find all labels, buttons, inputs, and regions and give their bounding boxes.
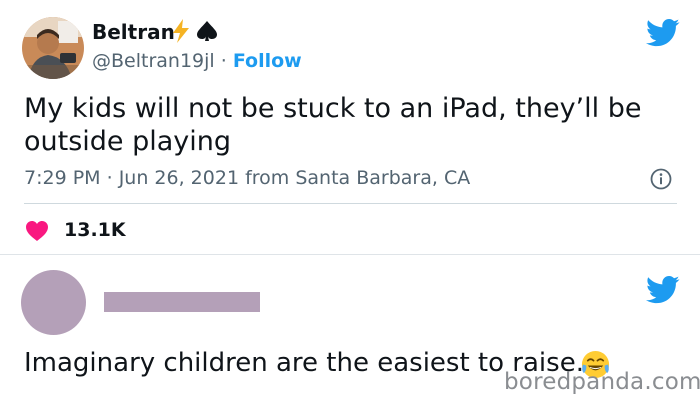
reply-text: Imaginary children are the easiest to ra… — [24, 348, 584, 378]
divider — [24, 203, 677, 204]
reply-avatar-redacted — [21, 270, 86, 335]
author-name[interactable]: Beltran — [92, 20, 175, 44]
follow-button[interactable]: Follow — [233, 50, 302, 72]
handle-separator: · — [220, 50, 227, 72]
author-handle[interactable]: @Beltran19jl — [92, 50, 215, 72]
twitter-bird-icon[interactable] — [646, 18, 680, 48]
tweet-card: Beltran @Beltran19jl · Follow My kids wi… — [0, 0, 700, 255]
twitter-bird-icon[interactable] — [646, 275, 680, 305]
spade-icon — [197, 21, 217, 41]
heart-icon[interactable] — [25, 220, 49, 242]
tweet-date[interactable]: Jun 26, 2021 — [119, 167, 239, 189]
like-count[interactable]: 13.1K — [64, 219, 126, 241]
tweet-location: from Santa Barbara, CA — [245, 167, 471, 189]
watermark: boredpanda.com — [504, 369, 700, 395]
tweet-time[interactable]: 7:29 PM — [24, 167, 101, 189]
tweet-meta: 7:29 PM · Jun 26, 2021 from Santa Barbar… — [24, 167, 470, 189]
info-icon[interactable] — [650, 168, 672, 190]
handle-row: @Beltran19jl · Follow — [92, 50, 302, 72]
tweet-text: My kids will not be stuck to an iPad, th… — [24, 93, 642, 157]
bolt-icon — [173, 19, 189, 43]
reply-name-redacted — [104, 292, 260, 312]
author-avatar[interactable] — [22, 17, 84, 79]
meta-separator: · — [106, 167, 113, 189]
